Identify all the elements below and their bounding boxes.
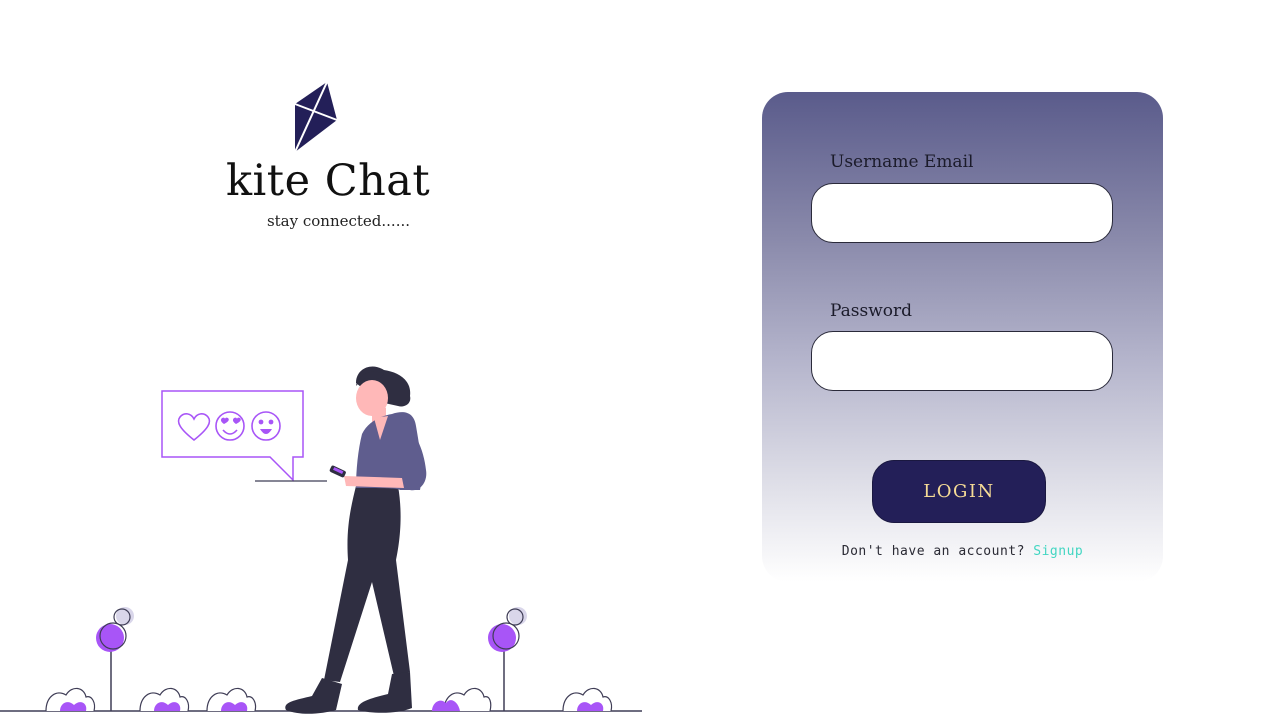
password-label: Password: [830, 301, 913, 321]
flower-tall-right: [488, 607, 527, 711]
signup-link[interactable]: Signup: [1033, 544, 1083, 559]
signup-prompt: Don't have an account?: [841, 544, 1025, 559]
app-title: kite Chat: [226, 156, 431, 206]
app-tagline: stay connected......: [266, 212, 410, 230]
login-button[interactable]: LOGIN: [872, 460, 1046, 523]
username-label: Username Email: [830, 152, 974, 172]
username-input[interactable]: [811, 183, 1113, 243]
signup-line: Don't have an account? Signup: [762, 544, 1163, 559]
speech-bubble: [161, 390, 327, 482]
brand-block: kite Chat stay connected......: [220, 80, 431, 240]
login-page: kite Chat stay connected...... Username …: [0, 0, 1284, 722]
woman-figure: [285, 366, 427, 714]
kite-icon: [294, 82, 338, 153]
password-input[interactable]: [811, 331, 1113, 391]
login-card: Username Email Password LOGIN Don't have…: [762, 92, 1163, 582]
woman-texting-illustration: [0, 366, 642, 714]
flower-tall-left: [96, 607, 134, 711]
